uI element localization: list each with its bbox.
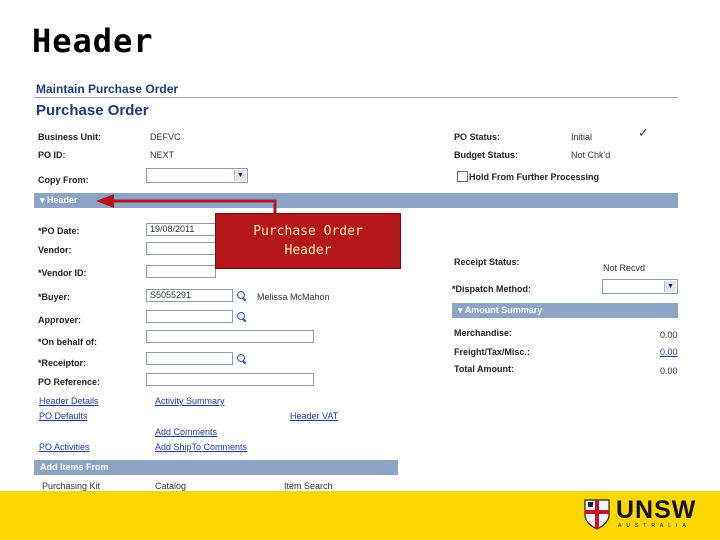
callout-arrow: [96, 194, 277, 214]
callout-box: Purchase Order Header: [215, 213, 401, 269]
callout-line1: Purchase Order: [253, 224, 363, 239]
callout-line2: Header: [284, 243, 332, 258]
unsw-wordmark: UNSW: [616, 496, 697, 524]
unsw-logo: UNSW AUSTRALIA: [582, 496, 702, 531]
unsw-subtext: AUSTRALIA: [618, 523, 691, 529]
crest-icon: [584, 499, 610, 530]
